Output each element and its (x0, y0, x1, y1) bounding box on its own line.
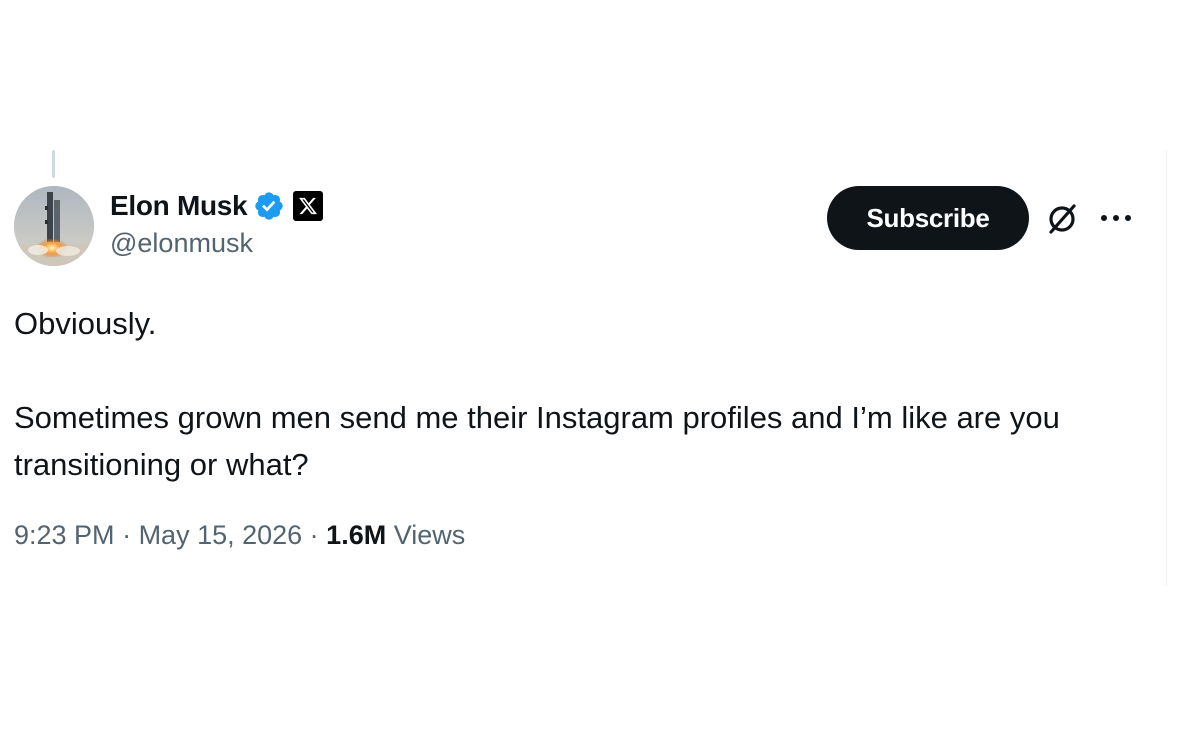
x-logo-icon[interactable] (293, 191, 324, 221)
tweet-time[interactable]: 9:23 PM (14, 520, 115, 550)
meta-separator: · (114, 520, 139, 550)
tweet-date[interactable]: May 15, 2026 (139, 520, 303, 550)
subscribe-button[interactable]: Subscribe (827, 186, 1029, 250)
views-count: 1.6M (326, 520, 387, 550)
author-name-row: Elon Musk (110, 188, 324, 224)
timeline-divider (1166, 150, 1167, 586)
tweet-meta: 9:23 PM · May 15, 2026 · 1.6M Views (14, 520, 465, 551)
tweet-paragraph: Obviously. (14, 306, 157, 341)
avatar[interactable] (14, 186, 94, 266)
grok-icon[interactable] (1043, 200, 1081, 238)
author-display-name[interactable]: Elon Musk (110, 190, 248, 222)
tweet-text: Obviously. Sometimes grown men send me t… (14, 300, 1154, 488)
rocket-launch-avatar-image (14, 186, 94, 266)
thread-connector-line (52, 150, 55, 178)
tweet-paragraph: Sometimes grown men send me their Instag… (14, 400, 1060, 482)
views-label: Views (393, 520, 466, 550)
more-icon[interactable] (1098, 208, 1134, 228)
verified-badge-icon[interactable] (253, 190, 285, 222)
meta-separator: · (302, 520, 327, 550)
author-handle[interactable]: @elonmusk (110, 228, 253, 259)
